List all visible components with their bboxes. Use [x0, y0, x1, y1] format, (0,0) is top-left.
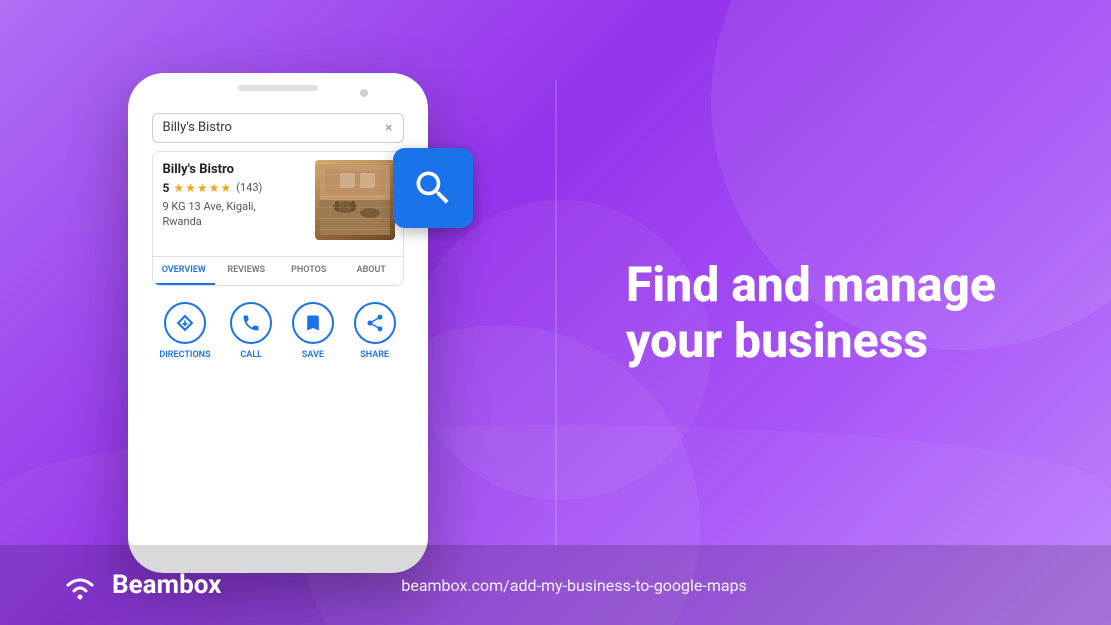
- business-card: Billy's Bistro 5 ★★★★★ (143) 9 KG 13 Ave…: [152, 151, 404, 286]
- call-circle: [230, 302, 272, 344]
- restaurant-image-svg: [320, 165, 390, 235]
- search-badge: [393, 148, 473, 228]
- bottom-url: beambox.com/add-my-business-to-google-ma…: [401, 576, 746, 595]
- directions-icon: [175, 313, 195, 333]
- tabs-row: OVERVIEW REVIEWS PHOTOS ABOUT: [153, 256, 403, 285]
- stars: ★★★★★: [173, 181, 232, 195]
- headline: Find and manage your business: [626, 257, 996, 367]
- directions-label: DIRECTIONS: [159, 350, 210, 360]
- rating-number: 5: [163, 181, 170, 195]
- phone-mockup: Billy's Bistro × Billy's Bistro 5 ★★★★★ …: [128, 73, 428, 573]
- business-name: Billy's Bistro: [163, 162, 297, 177]
- phone-notch: [238, 85, 318, 91]
- search-clear-icon[interactable]: ×: [385, 120, 392, 136]
- business-info: Billy's Bistro 5 ★★★★★ (143) 9 KG 13 Ave…: [153, 152, 307, 248]
- card-with-image: Billy's Bistro 5 ★★★★★ (143) 9 KG 13 Ave…: [153, 152, 403, 248]
- tab-photos[interactable]: PHOTOS: [278, 257, 341, 285]
- tab-reviews[interactable]: REVIEWS: [215, 257, 278, 285]
- save-circle: [292, 302, 334, 344]
- tab-overview[interactable]: OVERVIEW: [153, 257, 216, 285]
- call-action[interactable]: CALL: [230, 302, 272, 360]
- headline-line1: Find and manage: [626, 256, 996, 313]
- search-input-text: Billy's Bistro: [163, 120, 380, 135]
- address: 9 KG 13 Ave, Kigali,Rwanda: [163, 199, 297, 230]
- share-icon: [365, 313, 385, 333]
- directions-circle: [164, 302, 206, 344]
- save-icon: [303, 313, 323, 333]
- share-label: SHARE: [360, 350, 389, 360]
- share-action[interactable]: SHARE: [354, 302, 396, 360]
- call-label: CALL: [240, 350, 262, 360]
- save-action[interactable]: SAVE: [292, 302, 334, 360]
- tab-about[interactable]: ABOUT: [340, 257, 403, 285]
- bottom-bar: Beambox beambox.com/add-my-business-to-g…: [0, 545, 1111, 625]
- business-image: [315, 160, 395, 240]
- review-count: (143): [236, 181, 262, 194]
- left-section: Billy's Bistro × Billy's Bistro 5 ★★★★★ …: [0, 0, 555, 625]
- headline-line2: your business: [626, 312, 928, 369]
- phone-camera: [360, 89, 368, 97]
- share-circle: [354, 302, 396, 344]
- rating-row: 5 ★★★★★ (143): [163, 181, 297, 195]
- search-bar[interactable]: Billy's Bistro ×: [152, 113, 404, 143]
- call-icon: [241, 313, 261, 333]
- phone-container: Billy's Bistro × Billy's Bistro 5 ★★★★★ …: [128, 53, 428, 573]
- actions-row: DIRECTIONS CALL: [140, 286, 416, 370]
- search-icon: [411, 166, 455, 210]
- directions-action[interactable]: DIRECTIONS: [159, 302, 210, 360]
- save-label: SAVE: [302, 350, 324, 360]
- logo-area: Beambox: [60, 569, 221, 601]
- brand-name: Beambox: [112, 570, 221, 600]
- phone-screen: Billy's Bistro × Billy's Bistro 5 ★★★★★ …: [140, 99, 416, 555]
- business-image-inner: [315, 160, 395, 240]
- beambox-logo-icon: [60, 569, 100, 601]
- right-section: Find and manage your business: [556, 0, 1111, 625]
